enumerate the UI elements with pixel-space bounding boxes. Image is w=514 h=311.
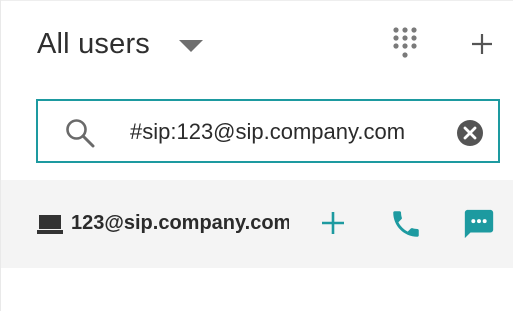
search-input-value[interactable]: #sip:123@sip.company.com: [130, 118, 405, 146]
add-contact-icon[interactable]: [470, 32, 494, 56]
chat-icon[interactable]: [462, 207, 496, 241]
plus-icon[interactable]: [321, 211, 345, 235]
top-divider: [1, 0, 513, 1]
clear-circle-icon[interactable]: [456, 119, 484, 147]
contact-address: 123@sip.company.com: [71, 212, 289, 234]
contact-result-row[interactable]: 123@sip.company.com: [1, 180, 513, 268]
contacts-panel: All users #sip:123@sip.company.com 123@s…: [0, 0, 514, 311]
search-field[interactable]: #sip:123@sip.company.com: [36, 99, 500, 163]
computer-icon: [37, 215, 63, 234]
phone-icon[interactable]: [389, 207, 423, 241]
user-filter-title[interactable]: All users: [37, 26, 150, 62]
dialpad-icon[interactable]: [392, 26, 418, 60]
search-icon: [66, 119, 95, 148]
caret-down-icon[interactable]: [179, 40, 203, 52]
